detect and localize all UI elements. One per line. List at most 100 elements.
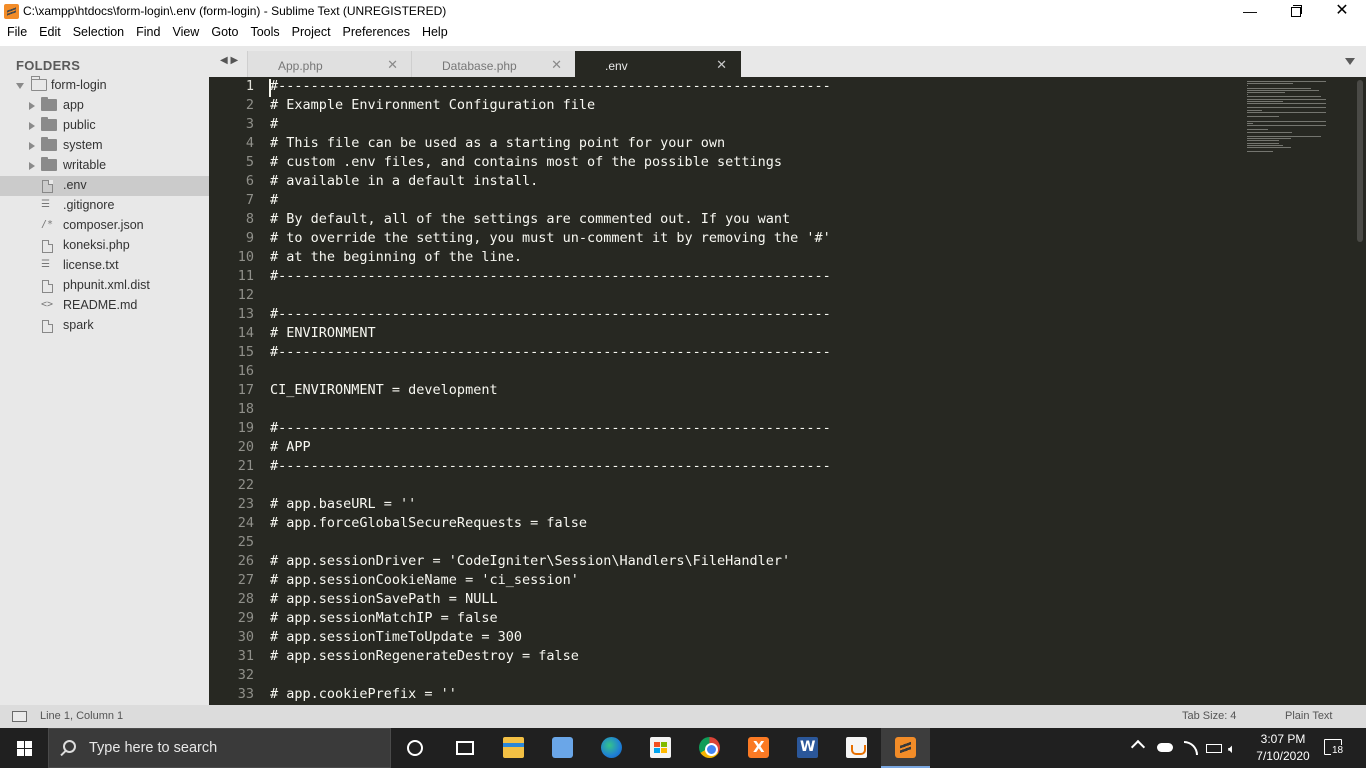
line-number: 4	[245, 135, 254, 151]
vertical-scrollbar[interactable]	[1355, 77, 1366, 705]
task-view-button[interactable]	[440, 728, 489, 768]
code-line[interactable]: # app.cookiePrefix = ''	[270, 686, 457, 702]
chevron-right-icon[interactable]	[29, 122, 35, 130]
chevron-down-icon[interactable]	[16, 83, 24, 89]
chevron-right-icon[interactable]	[29, 102, 35, 110]
code-line[interactable]: # This file can be used as a starting po…	[270, 135, 725, 151]
tab-close-icon[interactable]: ✕	[387, 57, 398, 73]
tab-close-icon[interactable]: ✕	[551, 57, 562, 73]
folder-system[interactable]: system	[0, 136, 209, 156]
3d-viewer-button[interactable]	[538, 728, 587, 768]
notification-count: 18	[1331, 745, 1345, 756]
menu-edit[interactable]: Edit	[33, 23, 67, 43]
chrome-button[interactable]	[685, 728, 734, 768]
code-line[interactable]: # By default, all of the settings are co…	[270, 211, 790, 227]
minimap[interactable]	[1245, 77, 1355, 267]
code-line[interactable]: #---------------------------------------…	[270, 344, 831, 360]
code-line[interactable]: #---------------------------------------…	[270, 78, 831, 94]
menu-help[interactable]: Help	[416, 23, 454, 43]
folder-app[interactable]: app	[0, 96, 209, 116]
maximize-button[interactable]	[1273, 0, 1319, 23]
code-line[interactable]: # custom .env files, and contains most o…	[270, 154, 782, 170]
tab-app-php[interactable]: App.php ✕	[247, 51, 413, 80]
minimize-button[interactable]: —	[1227, 0, 1273, 23]
menu-goto[interactable]: Goto	[205, 23, 244, 43]
minimap-line	[1247, 122, 1253, 124]
code-line[interactable]: # at the beginning of the line.	[270, 249, 522, 265]
java-button[interactable]	[832, 728, 881, 768]
line-number: 13	[237, 306, 254, 322]
tab-database-php[interactable]: Database.php ✕	[411, 51, 577, 80]
tab-dropdown-icon[interactable]	[1345, 58, 1355, 65]
code-line[interactable]: #---------------------------------------…	[270, 306, 831, 322]
cortana-button[interactable]	[391, 728, 440, 768]
battery-icon[interactable]	[1206, 744, 1222, 753]
code-line[interactable]: #	[270, 116, 278, 132]
code-line[interactable]: # to override the setting, you must un-c…	[270, 230, 831, 246]
file-gitignore[interactable]: ☰ .gitignore	[0, 196, 209, 216]
folder-public[interactable]: public	[0, 116, 209, 136]
sublime-text-button[interactable]	[881, 728, 930, 768]
menu-file[interactable]: File	[1, 23, 33, 43]
code-line[interactable]: # app.sessionDriver = 'CodeIgniter\Sessi…	[270, 553, 790, 569]
folder-root[interactable]: form-login	[0, 76, 209, 96]
syntax-selector[interactable]: Plain Text	[1285, 710, 1333, 722]
folder-writable[interactable]: writable	[0, 156, 209, 176]
xampp-button[interactable]	[734, 728, 783, 768]
folder-icon	[41, 97, 57, 111]
menu-tools[interactable]: Tools	[244, 23, 285, 43]
word-button[interactable]	[783, 728, 832, 768]
line-number-gutter: 1 2 3 4 5 6 7 8 9 10 11 12 13 14 15 16 17 18 19 20 21 22 23 24 2…	[209, 77, 263, 705]
store-button[interactable]	[636, 728, 685, 768]
volume-icon[interactable]: 🔈︎	[1228, 741, 1236, 757]
file-composer-json[interactable]: /* composer.json	[0, 216, 209, 236]
menu-view[interactable]: View	[166, 23, 205, 43]
code-line[interactable]: # available in a default install.	[270, 173, 538, 189]
code-line[interactable]: # app.sessionTimeToUpdate = 300	[270, 629, 522, 645]
file-env[interactable]: .env	[0, 176, 209, 196]
code-line[interactable]: # app.sessionCookieName = 'ci_session'	[270, 572, 579, 588]
clock[interactable]: 3:07 PM 7/10/2020	[1255, 731, 1311, 765]
file-koneksi-php[interactable]: koneksi.php	[0, 236, 209, 256]
code-line[interactable]: CI_ENVIRONMENT = development	[270, 382, 498, 398]
file-spark[interactable]: spark	[0, 316, 209, 336]
tab-close-icon[interactable]: ✕	[716, 57, 727, 73]
file-readme-md[interactable]: <> README.md	[0, 296, 209, 316]
file-license-txt[interactable]: ☰ license.txt	[0, 256, 209, 276]
start-button[interactable]	[0, 728, 48, 768]
code-line[interactable]: # app.baseURL = ''	[270, 496, 416, 512]
code-line[interactable]: # APP	[270, 439, 311, 455]
tab-nav-arrows-icon[interactable]: ◀ ▶	[220, 55, 238, 66]
tab-size-selector[interactable]: Tab Size: 4	[1182, 710, 1236, 722]
minimap-line	[1247, 94, 1249, 96]
chevron-right-icon[interactable]	[29, 142, 35, 150]
menu-find[interactable]: Find	[130, 23, 166, 43]
file-phpunit-xml-dist[interactable]: phpunit.xml.dist	[0, 276, 209, 296]
close-button[interactable]: ✕	[1319, 0, 1365, 23]
status-bar: Line 1, Column 1 Tab Size: 4 Plain Text	[0, 705, 1366, 728]
code-line[interactable]: #---------------------------------------…	[270, 458, 831, 474]
wifi-icon[interactable]	[1184, 741, 1198, 755]
code-line[interactable]: # app.sessionSavePath = NULL	[270, 591, 498, 607]
chevron-up-icon[interactable]	[1130, 739, 1146, 755]
code-line[interactable]: #	[270, 192, 278, 208]
panel-toggle-icon[interactable]	[12, 711, 27, 722]
file-explorer-button[interactable]	[489, 728, 538, 768]
chevron-right-icon[interactable]	[29, 162, 35, 170]
menu-project[interactable]: Project	[286, 23, 337, 43]
onedrive-icon[interactable]	[1157, 743, 1173, 752]
code-line[interactable]: #---------------------------------------…	[270, 268, 831, 284]
code-line[interactable]: # app.sessionMatchIP = false	[270, 610, 498, 626]
code-line[interactable]: # app.sessionRegenerateDestroy = false	[270, 648, 579, 664]
code-line[interactable]: # app.forceGlobalSecureRequests = false	[270, 515, 587, 531]
code-line[interactable]: # Example Environment Configuration file	[270, 97, 595, 113]
menu-selection[interactable]: Selection	[67, 23, 130, 43]
edge-button[interactable]	[587, 728, 636, 768]
taskbar-search[interactable]: Type here to search	[48, 728, 391, 768]
editor[interactable]: 1 2 3 4 5 6 7 8 9 10 11 12 13 14 15 16 17 18 19 20 21 22 23 24 2…	[209, 77, 1366, 705]
tab-env[interactable]: .env ✕	[575, 51, 741, 80]
code-line[interactable]: # ENVIRONMENT	[270, 325, 376, 341]
menu-preferences[interactable]: Preferences	[337, 23, 416, 43]
scrollbar-thumb[interactable]	[1357, 80, 1363, 242]
code-line[interactable]: #---------------------------------------…	[270, 420, 831, 436]
